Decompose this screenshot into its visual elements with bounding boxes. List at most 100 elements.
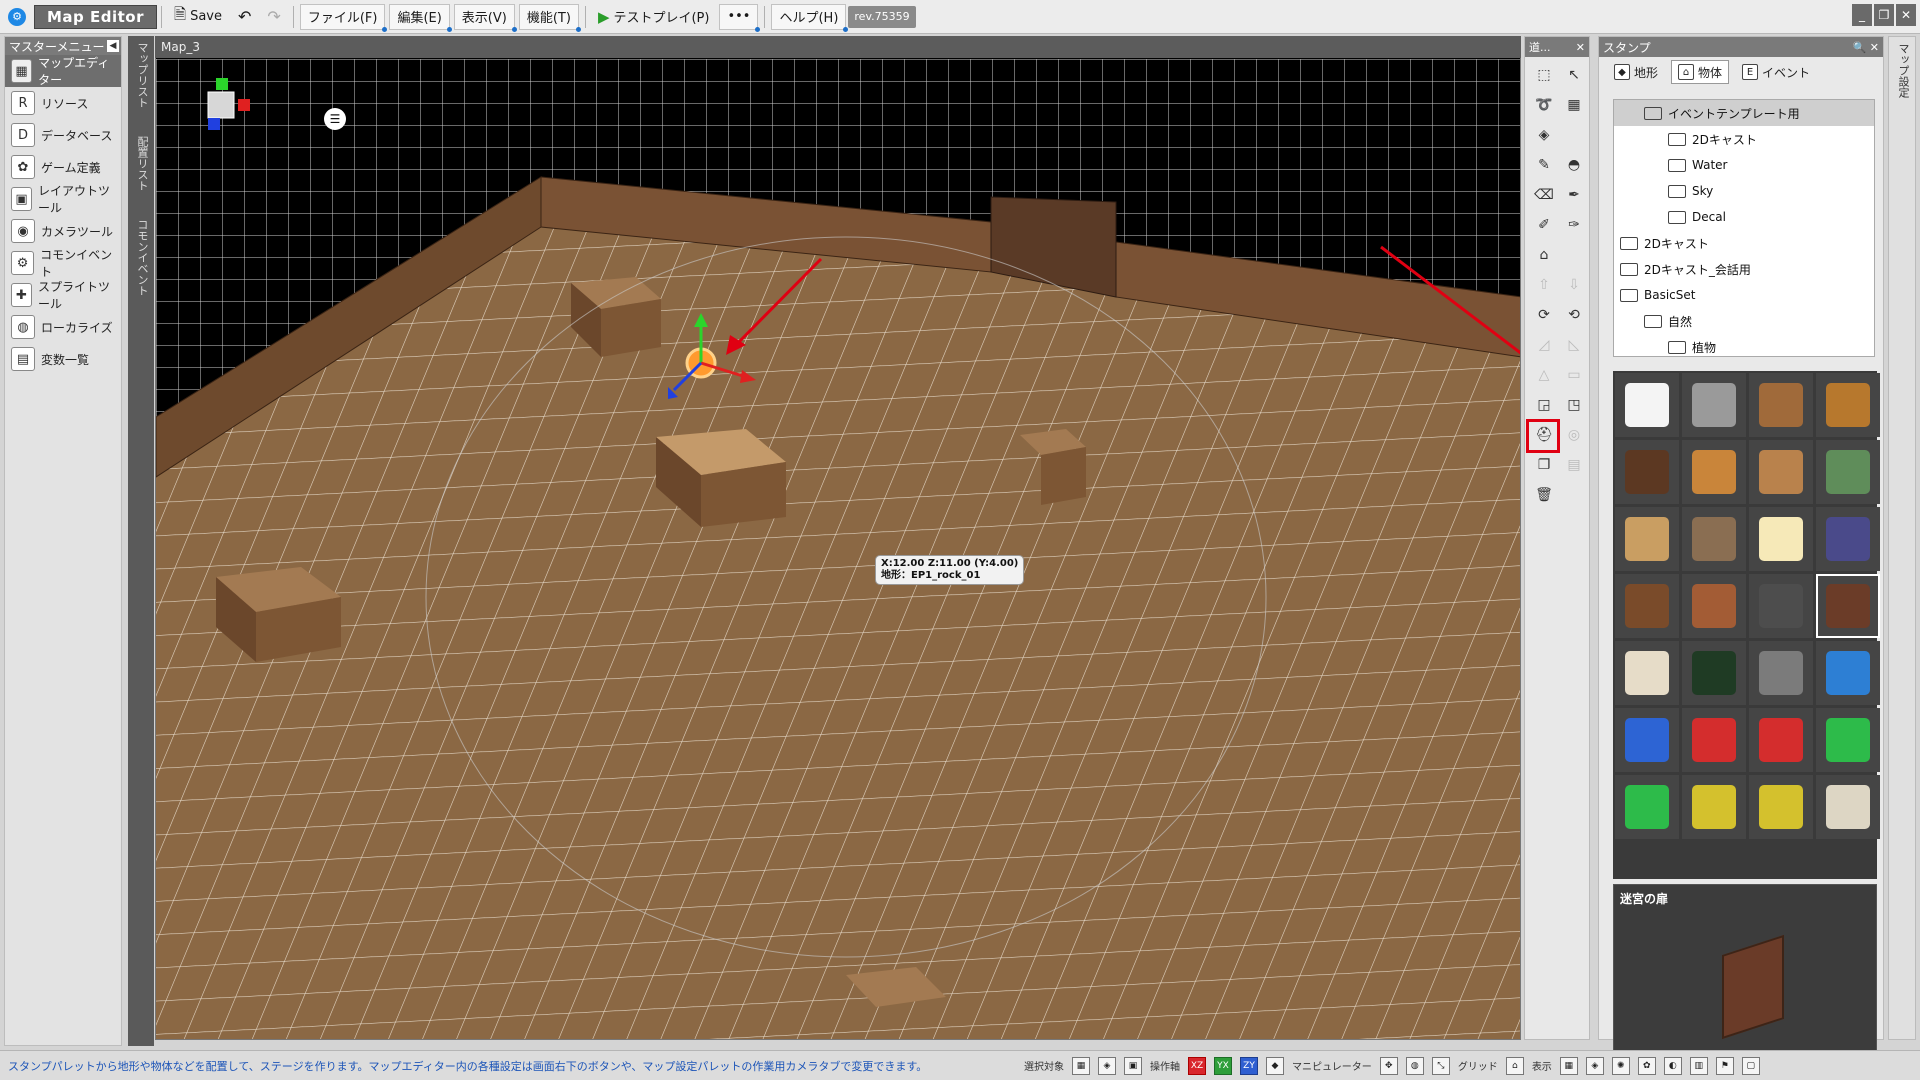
stamp-thumbnail[interactable] — [1816, 574, 1880, 638]
select-event-icon[interactable]: ▣ — [1124, 1056, 1142, 1075]
stamp-thumbnail[interactable] — [1682, 708, 1746, 772]
map-viewport[interactable]: ☰ — [155, 36, 1521, 1040]
collapse-icon[interactable]: ◀ — [107, 40, 119, 52]
tree-node[interactable]: Water — [1614, 152, 1874, 178]
display-effect-icon[interactable]: ✿ — [1637, 1056, 1656, 1075]
tab-map-list[interactable]: マップリスト — [128, 38, 156, 112]
lower-icon[interactable]: ⇩ — [1560, 271, 1588, 299]
sidebar-item[interactable]: ▦ マップエディター — [5, 55, 121, 87]
tree-node[interactable]: Decal — [1614, 204, 1874, 230]
scale-icon[interactable]: ◲ — [1530, 391, 1558, 419]
display-light-icon[interactable]: ✺ — [1611, 1056, 1630, 1075]
stamp-thumbnail[interactable] — [1816, 373, 1880, 437]
circle-tool-icon[interactable]: ◎ — [1560, 421, 1588, 449]
select-terrain-icon[interactable]: ▦ — [1072, 1056, 1090, 1075]
redo-button[interactable]: ↷ — [259, 4, 288, 30]
map-tab[interactable]: Map_3 — [155, 36, 1521, 58]
raise-icon[interactable]: ⇧ — [1530, 271, 1558, 299]
close-button[interactable]: ✕ — [1896, 4, 1916, 26]
grid-toggle-icon[interactable]: ⌂ — [1505, 1056, 1524, 1075]
rotate-x-icon[interactable]: ⟲ — [1560, 301, 1588, 329]
display-event-icon[interactable]: ⚑ — [1715, 1056, 1734, 1075]
paint-icon[interactable]: ✑ — [1560, 211, 1588, 239]
stamp-thumbnail[interactable] — [1682, 440, 1746, 504]
stamp-thumbnail[interactable] — [1749, 507, 1813, 571]
stamp-thumbnail[interactable] — [1816, 440, 1880, 504]
file-menu[interactable]: ファイル(F) — [299, 3, 388, 32]
stamp-thumbnail[interactable] — [1615, 507, 1679, 571]
tab-terrain[interactable]: ◆ 地形 — [1607, 60, 1665, 84]
move-gizmo-icon[interactable]: ✥ — [1379, 1056, 1398, 1075]
tree-node[interactable]: 2Dキャスト — [1614, 126, 1874, 152]
stamp-thumbnail[interactable] — [1615, 574, 1679, 638]
tree-node[interactable]: 自然 — [1614, 308, 1874, 334]
paste-icon[interactable]: ▤ — [1560, 451, 1588, 479]
help-menu[interactable]: ヘルプ(H) — [771, 3, 849, 32]
stamp-thumbnail[interactable] — [1816, 507, 1880, 571]
sidebar-item[interactable]: ⚙ コモンイベント — [5, 247, 121, 279]
rotate-gizmo-icon[interactable]: ◍ — [1405, 1056, 1424, 1075]
triangle-icon[interactable]: △ — [1530, 361, 1558, 389]
select-tool-icon[interactable]: ⬚ — [1530, 61, 1558, 89]
stamp-thumbnail[interactable] — [1749, 775, 1813, 839]
box-icon[interactable]: ▭ — [1560, 361, 1588, 389]
eyedropper-icon[interactable]: ✒ — [1560, 181, 1588, 209]
slope-alt-icon[interactable]: ◺ — [1560, 331, 1588, 359]
sidebar-item[interactable]: ✿ ゲーム定義 — [5, 151, 121, 183]
testplay-button[interactable]: ▶ テストプレイ(P) — [590, 4, 718, 30]
stamp-thumbnail[interactable] — [1749, 373, 1813, 437]
display-sky-icon[interactable]: ◐ — [1663, 1056, 1682, 1075]
display-object-icon[interactable]: ◈ — [1585, 1056, 1604, 1075]
pencil-icon[interactable]: ✎ — [1530, 151, 1558, 179]
stamp-thumbnail[interactable] — [1749, 440, 1813, 504]
map-3d-scene[interactable] — [156, 37, 1521, 1040]
stamp-thumbnail[interactable] — [1615, 775, 1679, 839]
tab-common-event[interactable]: コモンイベント — [128, 215, 156, 300]
scale-gizmo-icon[interactable]: ⤡ — [1431, 1056, 1450, 1075]
stamp-thumbnail[interactable] — [1816, 708, 1880, 772]
maximize-button[interactable]: ❐ — [1874, 4, 1894, 26]
stamp-thumbnail[interactable] — [1816, 641, 1880, 705]
cube-tool-icon[interactable]: ◈ — [1530, 121, 1558, 149]
stamp-thumbnail[interactable] — [1615, 373, 1679, 437]
stamp-thumbnail[interactable] — [1682, 641, 1746, 705]
copy-icon[interactable]: ❐ — [1530, 451, 1558, 479]
tree-node[interactable]: BasicSet — [1614, 282, 1874, 308]
view-menu[interactable]: 表示(V) — [453, 3, 517, 32]
pin-icon[interactable]: ✕ — [1576, 41, 1585, 54]
stamp-thumbnail[interactable] — [1615, 708, 1679, 772]
brush-icon[interactable]: ✐ — [1530, 211, 1558, 239]
tab-event[interactable]: E イベント — [1735, 60, 1817, 84]
undo-button[interactable]: ↶ — [230, 4, 259, 30]
axis-xz-button[interactable]: XZ — [1188, 1056, 1206, 1075]
minimize-button[interactable]: _ — [1852, 4, 1872, 26]
tab-map-settings[interactable]: マップ設定 — [1889, 37, 1917, 104]
sidebar-item[interactable]: D データベース — [5, 119, 121, 151]
slope-icon[interactable]: ◿ — [1530, 331, 1558, 359]
grid-select-icon[interactable]: ▦ — [1560, 91, 1588, 119]
stamp-thumbnail[interactable] — [1682, 373, 1746, 437]
edit-menu[interactable]: 編集(E) — [389, 3, 453, 32]
save-button[interactable]: 🗎 Save — [166, 4, 230, 30]
sidebar-item[interactable]: ◍ ローカライズ — [5, 311, 121, 343]
axis-zy-button[interactable]: ZY — [1240, 1056, 1258, 1075]
sidebar-item[interactable]: ▤ 変数一覧 — [5, 343, 121, 375]
tree-node[interactable]: 2Dキャスト — [1614, 230, 1874, 256]
stamp-thumbnail[interactable] — [1816, 775, 1880, 839]
function-menu[interactable]: 機能(T) — [518, 3, 582, 32]
stamp-thumbnail[interactable] — [1749, 641, 1813, 705]
trash-icon[interactable]: 🗑 — [1530, 481, 1558, 509]
search-icon[interactable]: 🔍 ✕ — [1853, 41, 1879, 54]
stamp-thumbnail[interactable] — [1749, 574, 1813, 638]
select-object-icon[interactable]: ◈ — [1098, 1056, 1116, 1075]
house-icon[interactable]: ⌂ — [1530, 241, 1558, 269]
manipulator-icon[interactable]: ◆ — [1266, 1056, 1284, 1075]
tab-object[interactable]: ⌂ 物体 — [1671, 60, 1730, 84]
sidebar-item[interactable]: ▣ レイアウトツール — [5, 183, 121, 215]
stamp-thumbnail[interactable] — [1749, 708, 1813, 772]
orientation-cube-icon[interactable] — [186, 72, 266, 142]
sidebar-item[interactable]: ✚ スプライトツール — [5, 279, 121, 311]
tree-node[interactable]: イベントテンプレート用 — [1614, 100, 1874, 126]
bucket-icon[interactable]: ◓ — [1560, 151, 1588, 179]
stamp-thumbnail[interactable] — [1682, 507, 1746, 571]
